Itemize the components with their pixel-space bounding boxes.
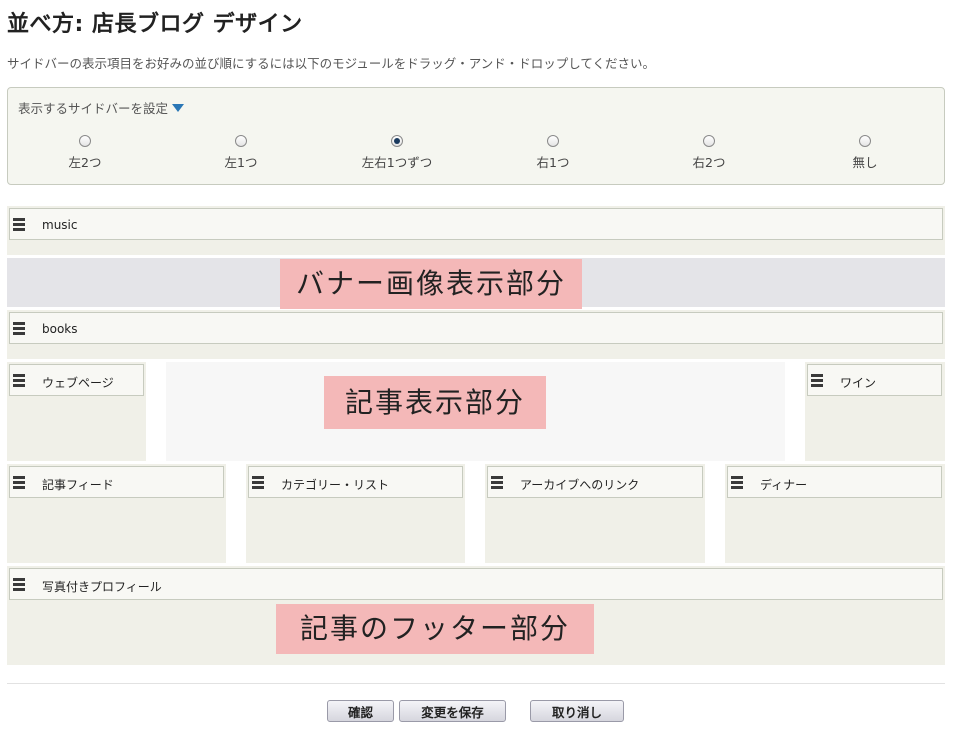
radio-button[interactable] (235, 135, 247, 147)
radio-label: 左1つ (224, 155, 258, 170)
module-music[interactable]: music (9, 208, 943, 240)
save-button[interactable]: 変更を保存 (399, 700, 506, 722)
radio-button[interactable] (79, 135, 91, 147)
drag-handle-icon[interactable] (13, 218, 25, 232)
module-category-list[interactable]: カテゴリー・リスト (248, 466, 463, 498)
radio-left-right[interactable]: 左右1つずつ (342, 135, 452, 171)
drag-handle-icon[interactable] (13, 476, 25, 490)
module-photo-profile[interactable]: 写真付きプロフィール (9, 568, 943, 600)
module-label: カテゴリー・リスト (281, 478, 390, 492)
sidebar-setting-panel: 表示するサイドバーを設定 左2つ 左1つ 左右1つずつ 右1つ 右2つ 無し (7, 87, 945, 185)
radio-label: 無し (852, 155, 878, 170)
radio-label: 右2つ (692, 155, 726, 170)
drag-handle-icon[interactable] (491, 476, 503, 490)
radio-left-two[interactable]: 左2つ (30, 135, 140, 171)
module-books[interactable]: books (9, 312, 943, 344)
sidebar-setting-toggle-label: 表示するサイドバーを設定 (18, 101, 169, 116)
module-label: アーカイブへのリンク (520, 478, 640, 492)
module-dinner[interactable]: ディナー (727, 466, 942, 498)
module-label: ワイン (840, 376, 877, 390)
module-label: music (42, 218, 78, 232)
module-wine[interactable]: ワイン (807, 364, 942, 396)
drag-handle-icon[interactable] (811, 374, 823, 388)
radio-button[interactable] (859, 135, 871, 147)
cancel-button[interactable]: 取り消し (530, 700, 624, 722)
footer-area-label: 記事のフッター部分 (276, 604, 594, 654)
radio-button-checked[interactable] (391, 135, 403, 147)
drag-handle-icon[interactable] (13, 322, 25, 336)
sidebar-setting-toggle[interactable]: 表示するサイドバーを設定 (18, 98, 185, 117)
drag-handle-icon[interactable] (731, 476, 743, 490)
banner-area-label: バナー画像表示部分 (280, 259, 582, 309)
radio-label: 左2つ (68, 155, 102, 170)
content-area-label: 記事表示部分 (324, 376, 546, 429)
module-label: 写真付きプロフィール (42, 580, 162, 594)
module-webpage[interactable]: ウェブページ (9, 364, 144, 396)
drag-handle-icon[interactable] (252, 476, 264, 490)
radio-label: 右1つ (536, 155, 570, 170)
radio-right-two[interactable]: 右2つ (654, 135, 764, 171)
module-article-feed[interactable]: 記事フィード (9, 466, 224, 498)
module-label: books (42, 322, 78, 336)
divider (7, 683, 945, 684)
triangle-down-icon (172, 104, 185, 112)
module-archive-links[interactable]: アーカイブへのリンク (487, 466, 703, 498)
page-title: 並べ方: 店長ブログ デザイン (7, 12, 303, 37)
page-description: サイドバーの表示項目をお好みの並び順にするには以下のモジュールをドラッグ・アンド… (7, 56, 656, 71)
radio-button[interactable] (547, 135, 559, 147)
module-label: ディナー (760, 478, 808, 492)
drag-handle-icon[interactable] (13, 578, 25, 592)
drag-handle-icon[interactable] (13, 374, 25, 388)
radio-left-one[interactable]: 左1つ (186, 135, 296, 171)
module-label: ウェブページ (42, 376, 114, 390)
radio-label: 左右1つずつ (361, 155, 433, 170)
confirm-button[interactable]: 確認 (327, 700, 394, 722)
radio-right-one[interactable]: 右1つ (498, 135, 608, 171)
radio-none[interactable]: 無し (810, 135, 920, 171)
module-label: 記事フィード (42, 478, 114, 492)
radio-button[interactable] (703, 135, 715, 147)
